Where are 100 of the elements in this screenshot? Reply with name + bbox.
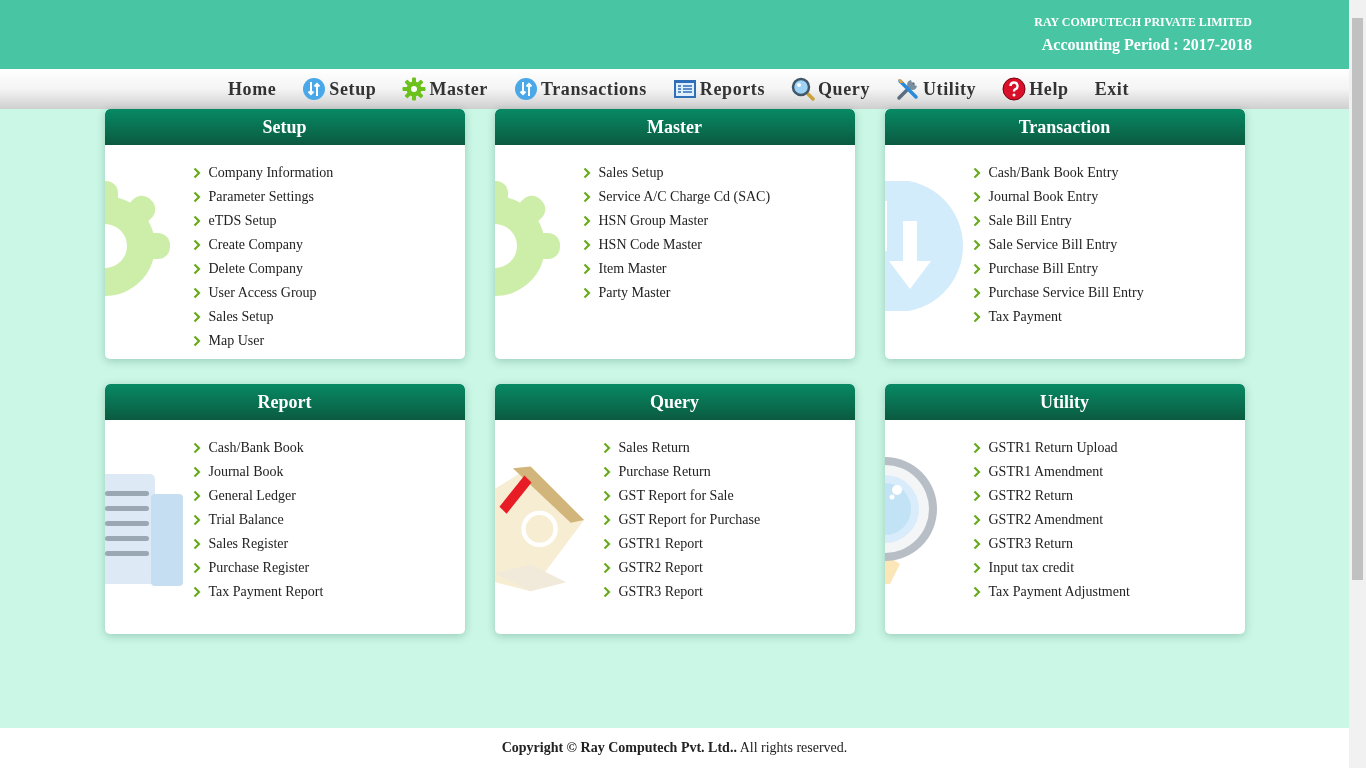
menu-link[interactable]: Create Company: [208, 237, 303, 253]
menu-link[interactable]: User Access Group: [208, 285, 317, 301]
chevron-icon: [972, 586, 981, 598]
nav-menu-item[interactable]: Exit: [1081, 78, 1143, 100]
chevron-icon: [582, 167, 591, 179]
menu-link[interactable]: Delete Company: [208, 261, 303, 277]
chevron-icon: [972, 215, 981, 227]
accounting-period: Accounting Period : 2017-2018: [1041, 36, 1252, 54]
chevron-icon: [192, 263, 201, 275]
chevron-icon: [582, 287, 591, 299]
menu-link[interactable]: Purchase Register: [208, 560, 310, 576]
chevron-icon: [602, 466, 611, 478]
menu-link[interactable]: Sales Return: [618, 440, 690, 456]
menu-link[interactable]: Journal Book Entry: [988, 189, 1099, 205]
nav-menu-item[interactable]: Query: [778, 77, 883, 101]
menu-link[interactable]: Cash/Bank Book: [208, 440, 304, 456]
chevron-icon: [972, 191, 981, 203]
nav-menu-item[interactable]: Reports: [659, 77, 778, 101]
card-title: Setup: [262, 116, 307, 138]
menu-link[interactable]: GSTR2 Amendment: [988, 512, 1104, 528]
menu-link[interactable]: Parameter Settings: [208, 189, 314, 205]
menu-link[interactable]: Purchase Return: [618, 464, 711, 480]
chevron-icon: [972, 239, 981, 251]
chevron-icon: [192, 191, 201, 203]
menu-link[interactable]: Map User: [208, 333, 265, 349]
menu-link[interactable]: GSTR1 Report: [618, 536, 703, 552]
menu-link[interactable]: Company Information: [208, 165, 334, 181]
menu-link[interactable]: GST Report for Sale: [618, 488, 734, 504]
chevron-icon: [582, 239, 591, 251]
chevron-icon: [972, 442, 981, 454]
menu-link[interactable]: GSTR3 Return: [988, 536, 1073, 552]
chevron-icon: [972, 311, 981, 323]
menu-link[interactable]: GSTR2 Return: [988, 488, 1073, 504]
menu-link[interactable]: Sales Setup: [598, 165, 664, 181]
menu-link[interactable]: GSTR1 Amendment: [988, 464, 1104, 480]
nav-menu-item[interactable]: Help: [989, 77, 1082, 101]
menu-link[interactable]: Cash/Bank Book Entry: [988, 165, 1119, 181]
chevron-icon: [602, 538, 611, 550]
menu-link[interactable]: Sale Bill Entry: [988, 213, 1072, 229]
menu-link[interactable]: eTDS Setup: [208, 213, 277, 229]
card-title: Query: [650, 391, 699, 413]
menu-link[interactable]: Party Master: [598, 285, 671, 301]
sync-icon: [302, 77, 327, 101]
menu-link[interactable]: Purchase Bill Entry: [988, 261, 1099, 277]
menu-link[interactable]: Tax Payment Report: [208, 584, 324, 600]
menu-link[interactable]: HSN Code Master: [598, 237, 702, 253]
chevron-icon: [972, 562, 981, 574]
nav-menu-item[interactable]: Transactions: [500, 77, 660, 101]
help-icon: [1002, 77, 1027, 101]
chevron-icon: [192, 335, 201, 347]
chevron-icon: [192, 466, 201, 478]
chevron-icon: [602, 562, 611, 574]
chevron-icon: [972, 167, 981, 179]
chevron-icon: [972, 514, 981, 526]
chevron-icon: [192, 239, 201, 251]
chevron-icon: [192, 215, 201, 227]
sync-icon: [513, 77, 538, 101]
chevron-icon: [192, 311, 201, 323]
menu-link[interactable]: General Ledger: [208, 488, 296, 504]
menu-link[interactable]: Service A/C Charge Cd (SAC): [598, 189, 771, 205]
chevron-icon: [602, 442, 611, 454]
menu-link[interactable]: Input tax credit: [988, 560, 1075, 576]
chevron-icon: [602, 586, 611, 598]
menu-link[interactable]: GSTR2 Report: [618, 560, 703, 576]
card-title: Report: [257, 391, 312, 413]
menu-link[interactable]: Purchase Service Bill Entry: [988, 285, 1144, 301]
chevron-icon: [192, 586, 201, 598]
gear-icon: [402, 77, 427, 101]
menu-link[interactable]: Tax Payment Adjustment: [988, 584, 1130, 600]
company-name: RAY COMPUTECH PRIVATE LIMITED: [1034, 15, 1252, 30]
menu-link[interactable]: GST Report for Purchase: [618, 512, 761, 528]
search-icon: [791, 77, 815, 101]
menu-link[interactable]: GSTR3 Report: [618, 584, 703, 600]
chevron-icon: [972, 287, 981, 299]
chevron-icon: [582, 215, 591, 227]
chevron-icon: [602, 514, 611, 526]
nav-menu-item[interactable]: Utility: [883, 77, 990, 101]
nav-menu-item[interactable]: Setup: [289, 77, 390, 101]
chevron-icon: [972, 538, 981, 550]
chevron-icon: [192, 442, 201, 454]
chevron-icon: [192, 287, 201, 299]
menu-link[interactable]: Item Master: [598, 261, 667, 277]
menu-link[interactable]: Sales Setup: [208, 309, 274, 325]
chevron-icon: [972, 466, 981, 478]
card-title: Transaction: [1018, 116, 1111, 138]
menu-link[interactable]: Sales Register: [208, 536, 289, 552]
menu-link[interactable]: Trial Balance: [208, 512, 284, 528]
menu-link[interactable]: Journal Book: [208, 464, 284, 480]
menu-link[interactable]: Sale Service Bill Entry: [988, 237, 1118, 253]
nav-menu-item[interactable]: Master: [389, 77, 501, 101]
chevron-icon: [192, 514, 201, 526]
chevron-icon: [192, 167, 201, 179]
copyright-text: Copyright © Ray Computech Pvt. Ltd.. All rights reserved.: [501, 740, 848, 756]
chevron-icon: [602, 490, 611, 502]
chevron-icon: [972, 263, 981, 275]
menu-link[interactable]: GSTR1 Return Upload: [988, 440, 1118, 456]
nav-menu-item[interactable]: Home: [214, 78, 290, 100]
menu-link[interactable]: HSN Group Master: [598, 213, 709, 229]
menu-link[interactable]: Tax Payment: [988, 309, 1062, 325]
chevron-icon: [192, 490, 201, 502]
